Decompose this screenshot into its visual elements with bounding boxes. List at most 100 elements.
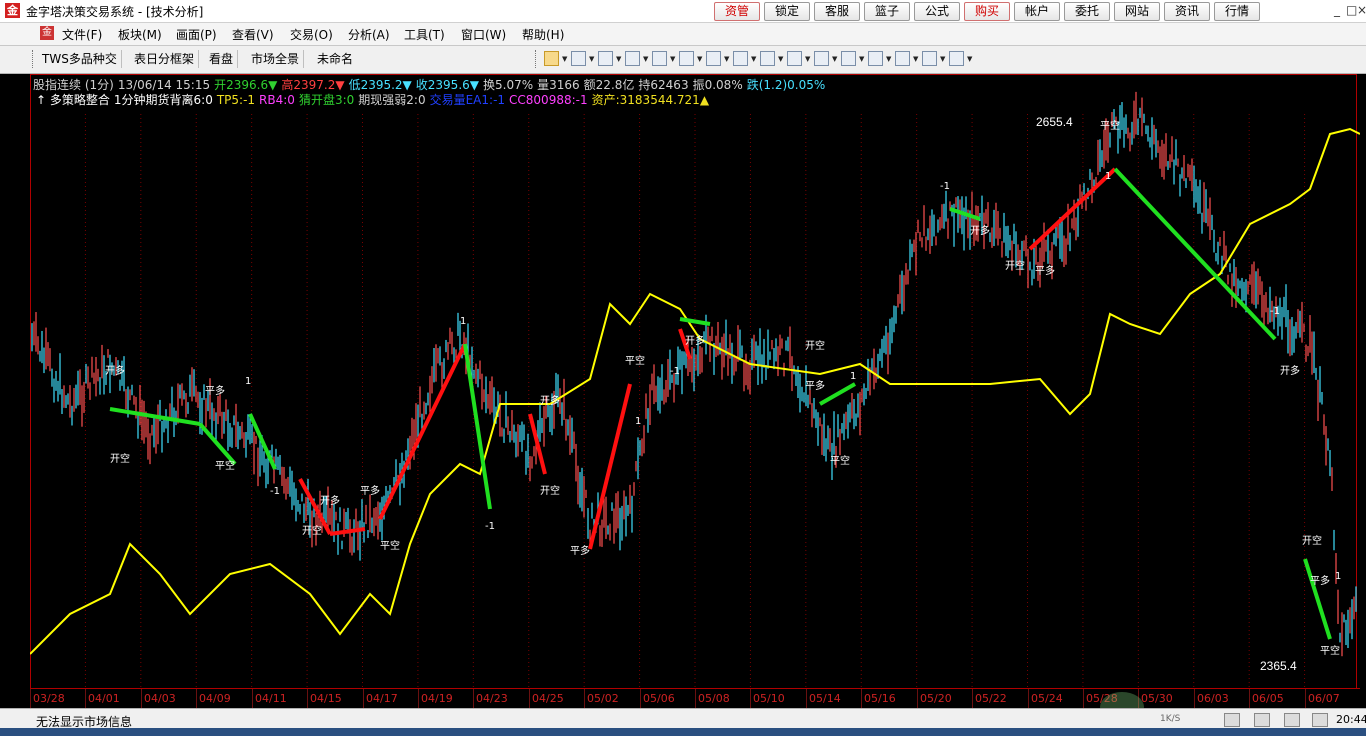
vertical-lines-icon[interactable] <box>625 51 640 66</box>
tab-tws-multi[interactable]: TWS多品种交 <box>38 50 122 68</box>
top-button-7[interactable]: 委托 <box>1064 2 1110 21</box>
menu-file[interactable]: 文件(F) <box>62 26 102 43</box>
fibonacci-icon[interactable] <box>679 51 694 66</box>
dropdown-arrow-icon[interactable]: ▼ <box>616 55 621 63</box>
candlestick-chart[interactable]: 2655.42365.4开多开空平多平空1-1开多开空平多平空1-1开多开空平多… <box>30 74 1360 688</box>
keyboard-icon[interactable] <box>1284 713 1300 727</box>
dropdown-arrow-icon[interactable]: ▼ <box>589 55 594 63</box>
menu-window[interactable]: 窗口(W) <box>461 26 506 43</box>
menu-help[interactable]: 帮助(H) <box>522 26 564 43</box>
menu-tools[interactable]: 工具(T) <box>404 26 445 43</box>
channel-icon[interactable] <box>652 51 667 66</box>
dropdown-arrow-icon[interactable]: ▼ <box>562 55 567 63</box>
sound-icon[interactable] <box>1254 713 1270 727</box>
trade-signal-label: 平空 <box>1100 119 1120 132</box>
cursor-icon[interactable] <box>544 51 559 66</box>
trade-signal-label: -1 <box>670 366 680 377</box>
date-separator <box>529 689 530 709</box>
date-separator <box>252 689 253 709</box>
label-a-icon[interactable] <box>787 51 802 66</box>
maximize-button[interactable]: □ <box>1346 3 1357 17</box>
dropdown-arrow-icon[interactable]: ▼ <box>670 55 675 63</box>
color-grid-icon[interactable] <box>922 51 937 66</box>
rectangle-icon[interactable] <box>733 51 748 66</box>
dropdown-arrow-icon[interactable]: ▼ <box>805 55 810 63</box>
top-button-8[interactable]: 网站 <box>1114 2 1160 21</box>
menu-analysis[interactable]: 分析(A) <box>348 26 390 43</box>
trade-signal-label: 1 <box>1335 571 1341 582</box>
top-button-6[interactable]: 帐户 <box>1014 2 1060 21</box>
layers-icon[interactable] <box>949 51 964 66</box>
dropdown-arrow-icon[interactable]: ▼ <box>697 55 702 63</box>
date-separator <box>141 689 142 709</box>
top-button-3[interactable]: 篮子 <box>864 2 910 21</box>
top-button-5[interactable]: 购买 <box>964 2 1010 21</box>
info_line1-item: 换5.07% <box>483 78 534 92</box>
dropdown-arrow-icon[interactable]: ▼ <box>940 55 945 63</box>
dropdown-arrow-icon[interactable]: ▼ <box>913 55 918 63</box>
top-button-9[interactable]: 资讯 <box>1164 2 1210 21</box>
dropdown-arrow-icon[interactable]: ▼ <box>859 55 864 63</box>
info_line1-item: 低2395.2▼ <box>348 78 412 92</box>
info_line2-item: CC800988:-1 <box>509 93 588 107</box>
date-tick-label: 05/30 <box>1141 692 1173 705</box>
minimize-button[interactable]: _ <box>1334 3 1340 17</box>
top-button-4[interactable]: 公式 <box>914 2 960 21</box>
dropdown-arrow-icon[interactable]: ▼ <box>967 55 972 63</box>
menu-screen[interactable]: 画面(P) <box>176 26 217 43</box>
low-price-label: 2365.4 <box>1260 659 1297 673</box>
menu-sector[interactable]: 板块(M) <box>118 26 162 43</box>
drawing-toolbar-grip[interactable] <box>535 50 538 68</box>
date-tick-label: 05/22 <box>975 692 1007 705</box>
trade-signal-label: 平空 <box>1320 644 1340 657</box>
circle-icon[interactable] <box>760 51 775 66</box>
copy-icon[interactable] <box>895 51 910 66</box>
dropdown-arrow-icon[interactable]: ▼ <box>778 55 783 63</box>
date-separator <box>473 689 474 709</box>
date-separator <box>806 689 807 709</box>
trade-signal-label: 1 <box>245 376 251 387</box>
tab-market-view[interactable]: 市场全景 <box>247 50 305 68</box>
eraser-icon[interactable] <box>868 51 883 66</box>
info_line2-item: 资产:3183544.721▲ <box>591 93 710 107</box>
trade-signal-label: 平多 <box>805 379 825 392</box>
delete-icon[interactable] <box>841 51 856 66</box>
toolbar-grip[interactable] <box>32 50 35 68</box>
dropdown-arrow-icon[interactable]: ▼ <box>886 55 891 63</box>
trade-signal-label: 平空 <box>380 539 400 552</box>
top-button-10[interactable]: 行情 <box>1214 2 1260 21</box>
trade-signal-label: 平多 <box>1035 264 1055 277</box>
dropdown-arrow-icon[interactable]: ▼ <box>724 55 729 63</box>
line-tool-icon[interactable] <box>571 51 586 66</box>
info_line2-item: 猜开盘3:0 <box>298 93 355 107</box>
trade-signal-label: 开多 <box>320 494 340 507</box>
menu-view[interactable]: 查看(V) <box>232 26 274 43</box>
tab-unnamed[interactable]: 未命名 <box>313 50 357 68</box>
trade-signal-label: 开空 <box>805 339 825 352</box>
dropdown-arrow-icon[interactable]: ▼ <box>832 55 837 63</box>
document-icon[interactable]: 金 <box>40 26 54 40</box>
dropdown-arrow-icon[interactable]: ▼ <box>643 55 648 63</box>
trade-signal-label: 平多 <box>1310 574 1330 587</box>
top-button-0[interactable]: 资管 <box>714 2 760 21</box>
text-tool-icon[interactable] <box>598 51 613 66</box>
top-button-2[interactable]: 客服 <box>814 2 860 21</box>
tab-daily-frame[interactable]: 表日分框架 <box>130 50 200 68</box>
dropdown-arrow-icon[interactable]: ▼ <box>751 55 756 63</box>
close-button[interactable]: × <box>1357 3 1366 17</box>
trade-line <box>819 382 856 406</box>
top-button-1[interactable]: 锁定 <box>764 2 810 21</box>
zoom-icon[interactable] <box>814 51 829 66</box>
menu-trade[interactable]: 交易(O) <box>290 26 333 43</box>
gann-icon[interactable] <box>706 51 721 66</box>
network-icon[interactable] <box>1224 713 1240 727</box>
tab-watch[interactable]: 看盘 <box>205 50 239 68</box>
battery-icon[interactable] <box>1312 713 1328 727</box>
info_line1-item: 13/06/14 15:15 <box>117 78 211 92</box>
date-tick-label: 05/08 <box>698 692 730 705</box>
trade-signal-label: 1 <box>635 416 641 427</box>
date-tick-label: 06/07 <box>1308 692 1340 705</box>
trade-line <box>378 343 467 520</box>
date-tick-label: 05/06 <box>643 692 675 705</box>
info_line1-item: 量3166 <box>537 78 580 92</box>
